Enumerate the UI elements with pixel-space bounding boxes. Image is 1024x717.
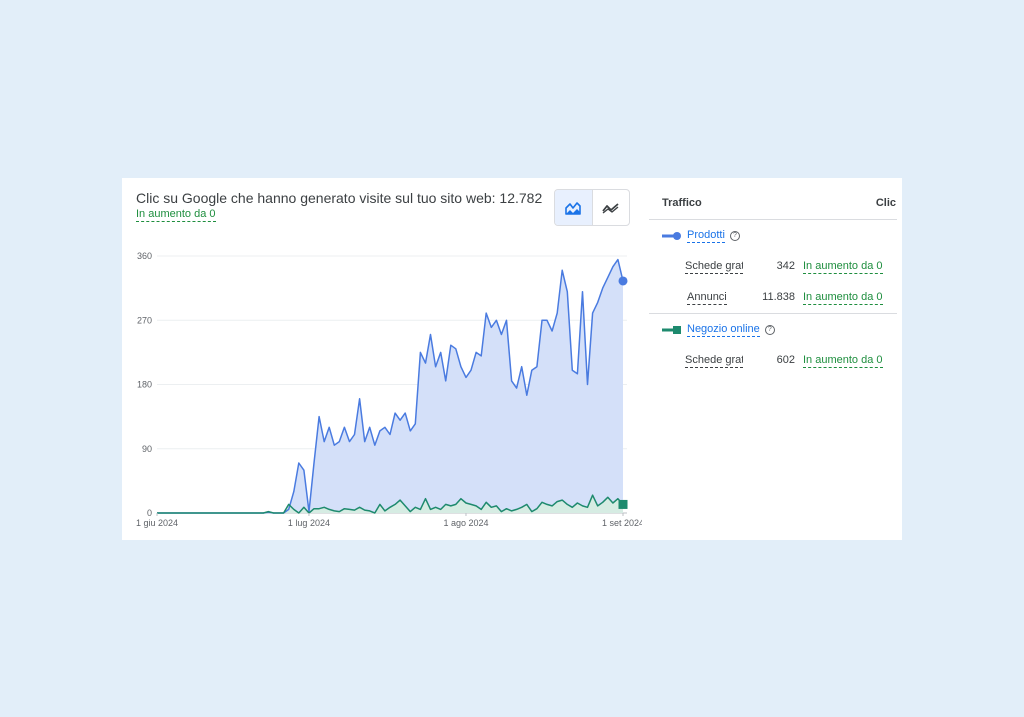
divider	[649, 219, 897, 220]
group-name-negozio-online[interactable]: Negozio online	[687, 323, 760, 337]
x-tick-label: 1 set 2024	[602, 518, 642, 528]
series-end-point	[618, 276, 628, 286]
divider	[649, 313, 897, 314]
row-change[interactable]: In aumento da 0	[803, 291, 883, 305]
legend-circle-icon	[662, 231, 682, 241]
group-prodotti: Prodotti ?	[662, 229, 740, 243]
row-label[interactable]: Annunci	[687, 291, 727, 305]
legend-square-icon	[662, 325, 682, 335]
col-traffic: Traffico	[662, 197, 702, 209]
row-change[interactable]: In aumento da 0	[803, 354, 883, 368]
row-value: 11.838	[762, 291, 795, 303]
x-axis: 1 giu 2024 1 lug 2024 1 ago 2024 1 set 2024	[136, 513, 642, 528]
group-name-prodotti[interactable]: Prodotti	[687, 229, 725, 243]
help-icon[interactable]: ?	[729, 231, 740, 241]
y-tick-label: 0	[147, 508, 152, 518]
traffic-card: Clic su Google che hanno generato visite…	[122, 178, 902, 540]
y-axis: 0 90 180 270 360	[137, 251, 152, 518]
x-tick-label: 1 ago 2024	[443, 518, 488, 528]
row-value: 602	[776, 354, 795, 366]
row-value: 342	[776, 260, 795, 272]
y-tick-label: 360	[137, 251, 152, 261]
series-end-point	[618, 499, 628, 509]
y-tick-label: 90	[142, 444, 152, 454]
group-negozio-online: Negozio online ?	[662, 323, 775, 337]
help-icon[interactable]: ?	[764, 325, 775, 335]
x-tick-label: 1 lug 2024	[288, 518, 330, 528]
series-areas	[157, 259, 623, 513]
area-chart: 0 90 180 270 360 1 giu 2024 1 lug 2024 1 ago 2…	[136, 251, 642, 528]
table-header: Traffico Clic	[662, 197, 896, 209]
row-change[interactable]: In aumento da 0	[803, 260, 883, 274]
x-tick-label: 1 giu 2024	[136, 518, 178, 528]
col-clicks: Clic	[875, 197, 896, 209]
y-tick-label: 180	[137, 380, 152, 390]
series-area-1	[157, 259, 623, 513]
y-tick-label: 270	[137, 315, 152, 325]
